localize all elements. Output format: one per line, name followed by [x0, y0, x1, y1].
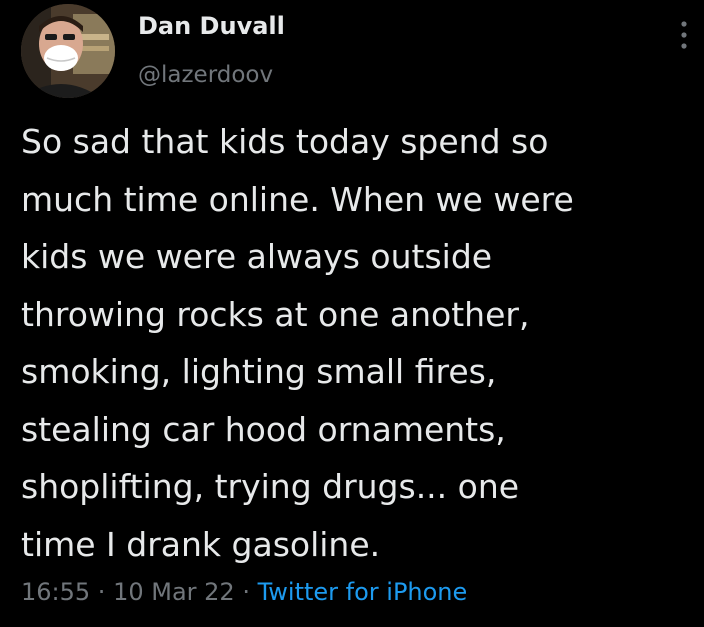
meta-separator: · [234, 578, 258, 606]
tweet-line: smoking, lighting small fires, [21, 352, 497, 391]
user-handle[interactable]: @lazerdoov [138, 62, 273, 88]
avatar-photo-icon [21, 4, 115, 98]
tweet: Dan Duvall @lazerdoov So sad that kids t… [0, 0, 704, 627]
tweet-line: much time online. When we were [21, 179, 574, 219]
meta-separator: · [90, 578, 114, 606]
tweet-meta: 16:55 · 10 Mar 22 · Twitter for iPhone [21, 578, 467, 606]
tweet-line: shoplifting, trying drugs... one [21, 467, 520, 506]
display-name[interactable]: Dan Duvall [138, 12, 285, 40]
tweet-text: So sad that kids today spend so much tim… [21, 113, 696, 573]
tweet-line: time I drank gasoline. [21, 524, 381, 564]
tweet-line: throwing rocks at one another, [21, 294, 530, 334]
vertical-ellipsis-icon[interactable] [674, 18, 694, 52]
tweet-line: So sad that kids today spend so [21, 122, 549, 161]
tweet-line: stealing car hood ornaments, [21, 409, 506, 449]
tweet-time[interactable]: 16:55 [21, 578, 90, 606]
tweet-source-link[interactable]: Twitter for iPhone [258, 578, 468, 606]
tweet-date[interactable]: 10 Mar 22 [113, 578, 235, 606]
tweet-line: kids we were always outside [21, 237, 493, 276]
avatar[interactable] [21, 4, 115, 98]
